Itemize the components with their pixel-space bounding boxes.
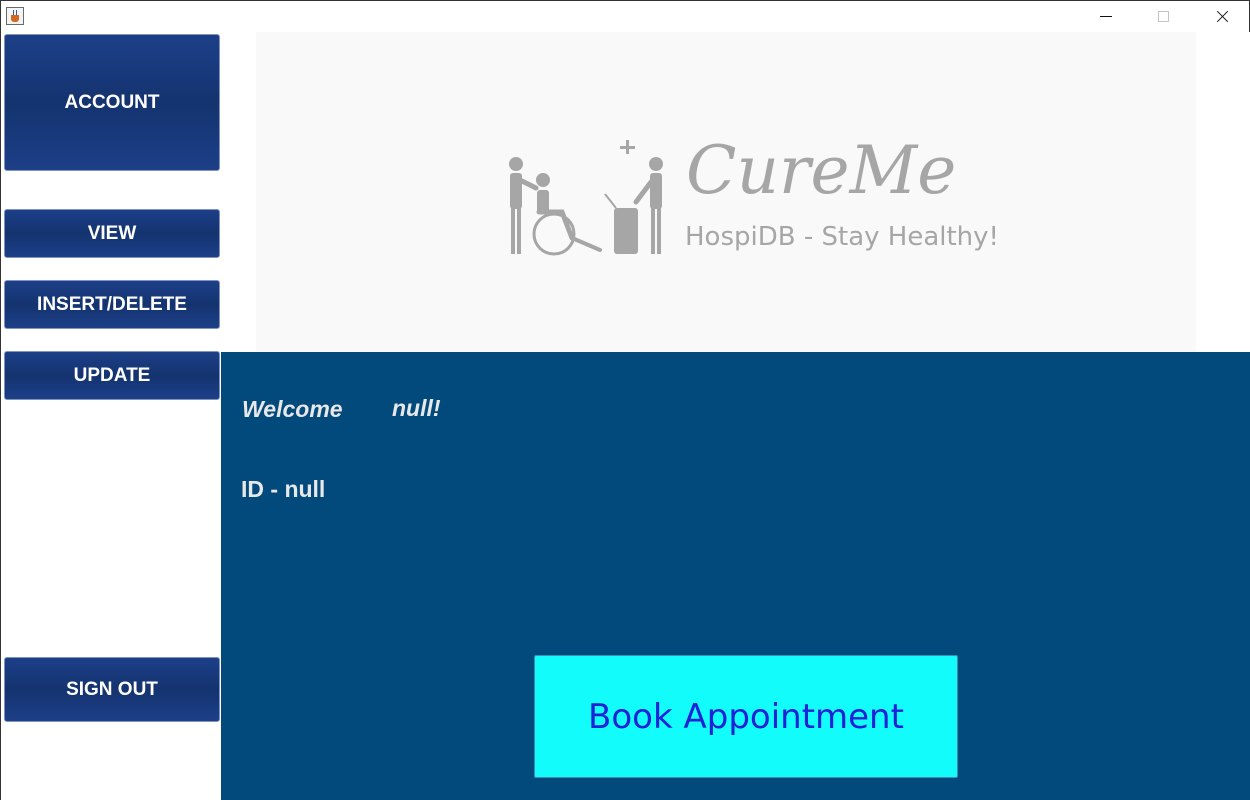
user-name: null! — [392, 395, 441, 421]
minimize-button[interactable] — [1077, 1, 1135, 33]
hospital-care-logo-icon — [509, 140, 663, 256]
logo-title: CureMe — [686, 132, 957, 209]
main-panel: Welcome null! ID - null Book Appointment — [221, 352, 1250, 800]
book-appointment-button[interactable]: Book Appointment — [534, 655, 958, 778]
minimize-icon — [1100, 16, 1112, 17]
view-button[interactable]: VIEW — [4, 209, 220, 258]
update-button[interactable]: UPDATE — [4, 351, 220, 400]
maximize-button[interactable] — [1135, 1, 1193, 33]
java-cup-icon — [6, 7, 24, 25]
window-title-bar — [0, 0, 1250, 32]
close-button[interactable] — [1193, 1, 1250, 33]
user-id: ID - null — [241, 476, 326, 502]
sidebar: ACCOUNT VIEW INSERT/DELETE UPDATE SIGN O… — [0, 32, 221, 800]
sign-out-button[interactable]: SIGN OUT — [4, 657, 220, 722]
welcome-label: Welcome — [242, 396, 343, 422]
account-button[interactable]: ACCOUNT — [4, 34, 220, 171]
logo-tagline: HospiDB - Stay Healthy! — [685, 222, 999, 252]
insert-delete-button[interactable]: INSERT/DELETE — [4, 280, 220, 329]
logo-panel: CureMe HospiDB - Stay Healthy! — [256, 32, 1196, 352]
maximize-icon — [1158, 11, 1169, 22]
